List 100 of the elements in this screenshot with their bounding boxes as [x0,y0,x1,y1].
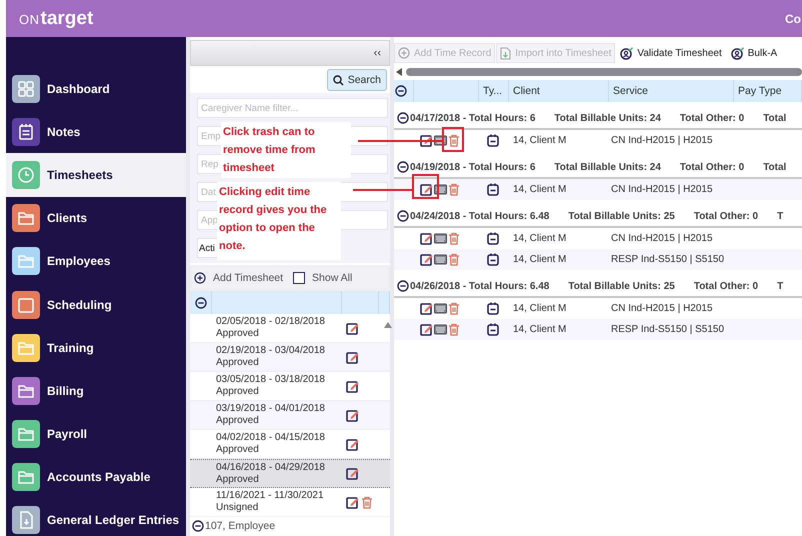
sidebar-item[interactable]: Timesheets [6,153,186,197]
collapse-button[interactable]: ‹‹ [372,47,383,59]
column-header[interactable]: Client [509,80,609,102]
service-cell-text: CN Ind-H2015 | H2015 [610,303,714,314]
total-label: T [777,210,784,222]
collapse-icon[interactable] [395,85,407,97]
sidebar-item[interactable]: Dashboard [6,67,186,110]
period-text: 04/16/2018 - 04/29/2018 [216,462,326,474]
group-label: 107, Employee [205,520,276,532]
highlight-frame [412,174,439,199]
status-text: Approved [216,357,260,369]
period-text: 11/16/2021 - 11/30/2021 [216,490,324,502]
edit-icon[interactable] [346,438,359,450]
edit-icon[interactable] [420,232,433,245]
sidebar-item[interactable]: Employees [6,240,186,283]
billable-total: Total Billable Units: 25 [568,210,675,222]
timesheet-row[interactable]: 04/16/2018 - 04/29/2018 Approved [190,459,390,488]
calendar-icon [487,302,499,315]
edit-icon[interactable] [420,253,433,266]
group-date: 04/26/2018 - Total Hours: 6.48 [410,280,550,292]
sidebar-item[interactable]: Billing [6,369,186,412]
header-text: Co [785,12,802,26]
timesheet-row[interactable]: 11/16/2021 - 11/30/2021 Unsigned [190,488,390,517]
scroll-left-icon[interactable] [396,68,402,76]
add-timesheet-link[interactable]: Add Timesheet [194,272,284,284]
service-cell-text: RESP Ind-S5150 | S5150 [610,324,726,335]
sidebar-item[interactable]: Clients [6,196,186,240]
sidebar-item[interactable]: Training [6,326,186,370]
show-all-checkbox[interactable]: Show All [293,272,352,284]
period-text: 02/05/2018 - 02/18/2018 [216,316,326,328]
sidebar-item[interactable]: Accounts Payable [6,456,186,499]
client-cell-text: 14, Client M [512,254,568,265]
sidebar-item[interactable]: Notes [6,110,186,154]
column-header[interactable]: Ty... [479,80,509,102]
status-text: Approved [216,444,260,456]
leader-line [353,189,413,191]
other-total: Total Other: 0 [680,162,744,172]
status-text: Approved [216,474,260,486]
group-date: 04/24/2018 - Total Hours: 6.48 [410,210,550,222]
sidebar-item[interactable]: Payroll [6,412,186,456]
period-text: 03/19/2018 - 04/01/2018 [216,403,326,415]
edit-icon[interactable] [420,302,433,315]
timesheet-row[interactable]: 02/19/2018 - 03/04/2018 Approved [190,343,390,372]
checkbox[interactable] [293,272,306,284]
client-cell-text: 14, Client M [512,135,568,146]
collapse-icon[interactable] [397,280,409,292]
keyboard-icon[interactable] [434,324,447,335]
period-text: 02/19/2018 - 03/04/2018 [216,345,326,357]
calendar-icon [487,134,499,147]
calendar-icon [487,183,499,196]
scrollbar[interactable] [406,68,802,76]
add-icon [398,47,410,59]
edit-icon[interactable] [420,183,433,196]
other-total: Total Other: 0 [680,112,744,124]
sidebar-item[interactable]: General Ledger Entries [6,498,186,536]
service-cell-text: CN Ind-H2015 | H2015 [610,135,714,146]
collapse-icon[interactable] [194,296,206,308]
status-text: Unsigned [216,502,260,514]
edit-icon[interactable] [346,467,359,480]
search-icon [332,74,344,86]
billable-total: Total Billable Units: 25 [568,280,675,292]
client-cell-text: 14, Client M [512,324,568,335]
user-check-icon [730,46,744,60]
highlight-frame [442,127,464,152]
timesheet-row[interactable]: 03/19/2018 - 04/01/2018 Approved [190,401,390,430]
edit-icon[interactable] [346,408,359,422]
edit-icon[interactable] [346,350,359,364]
callout-tooltip: Clicking edit time record gives you the option to open the note. [217,182,341,260]
edit-icon[interactable] [346,322,359,334]
calendar-icon [487,323,499,336]
client-cell-text: 14, Client M [512,184,568,195]
search-button[interactable]: Search [326,69,387,91]
filter-field[interactable]: Caregiver Name filter... [197,98,388,118]
scroll-up-icon[interactable] [384,322,392,328]
billable-total: Total Billable Units: 24 [554,112,661,124]
edit-icon[interactable] [420,134,433,147]
status-text: Approved [216,386,260,398]
column-header[interactable]: Service [609,80,734,102]
period-text: 04/02/2018 - 04/15/2018 [216,432,326,444]
toolbar-button[interactable]: Bulk-A [726,43,782,63]
callout-tooltip: Click trash can to remove time from timesheet [221,122,351,178]
toolbar-button[interactable]: Validate Timesheet [616,43,726,63]
column-header[interactable]: Pay Type [734,80,802,102]
collapse-icon[interactable] [397,161,409,173]
keyboard-icon[interactable] [434,303,447,314]
collapse-icon[interactable] [192,520,204,532]
edit-icon[interactable] [420,323,433,336]
collapse-icon[interactable] [397,210,409,222]
client-cell-text: 14, Client M [512,233,568,244]
logo: ONtarget [19,8,94,30]
keyboard-icon[interactable] [434,254,447,265]
total-label: T [777,280,784,292]
other-total: Total Other: 0 [694,280,758,292]
sidebar-item[interactable]: Scheduling [6,282,186,326]
edit-icon[interactable] [346,496,359,508]
keyboard-icon[interactable] [434,233,447,244]
edit-icon[interactable] [346,380,359,392]
collapse-icon[interactable] [397,112,409,124]
status-text: Approved [216,328,260,340]
group-date: 04/19/2018 - Total Hours: 6 [410,162,536,172]
